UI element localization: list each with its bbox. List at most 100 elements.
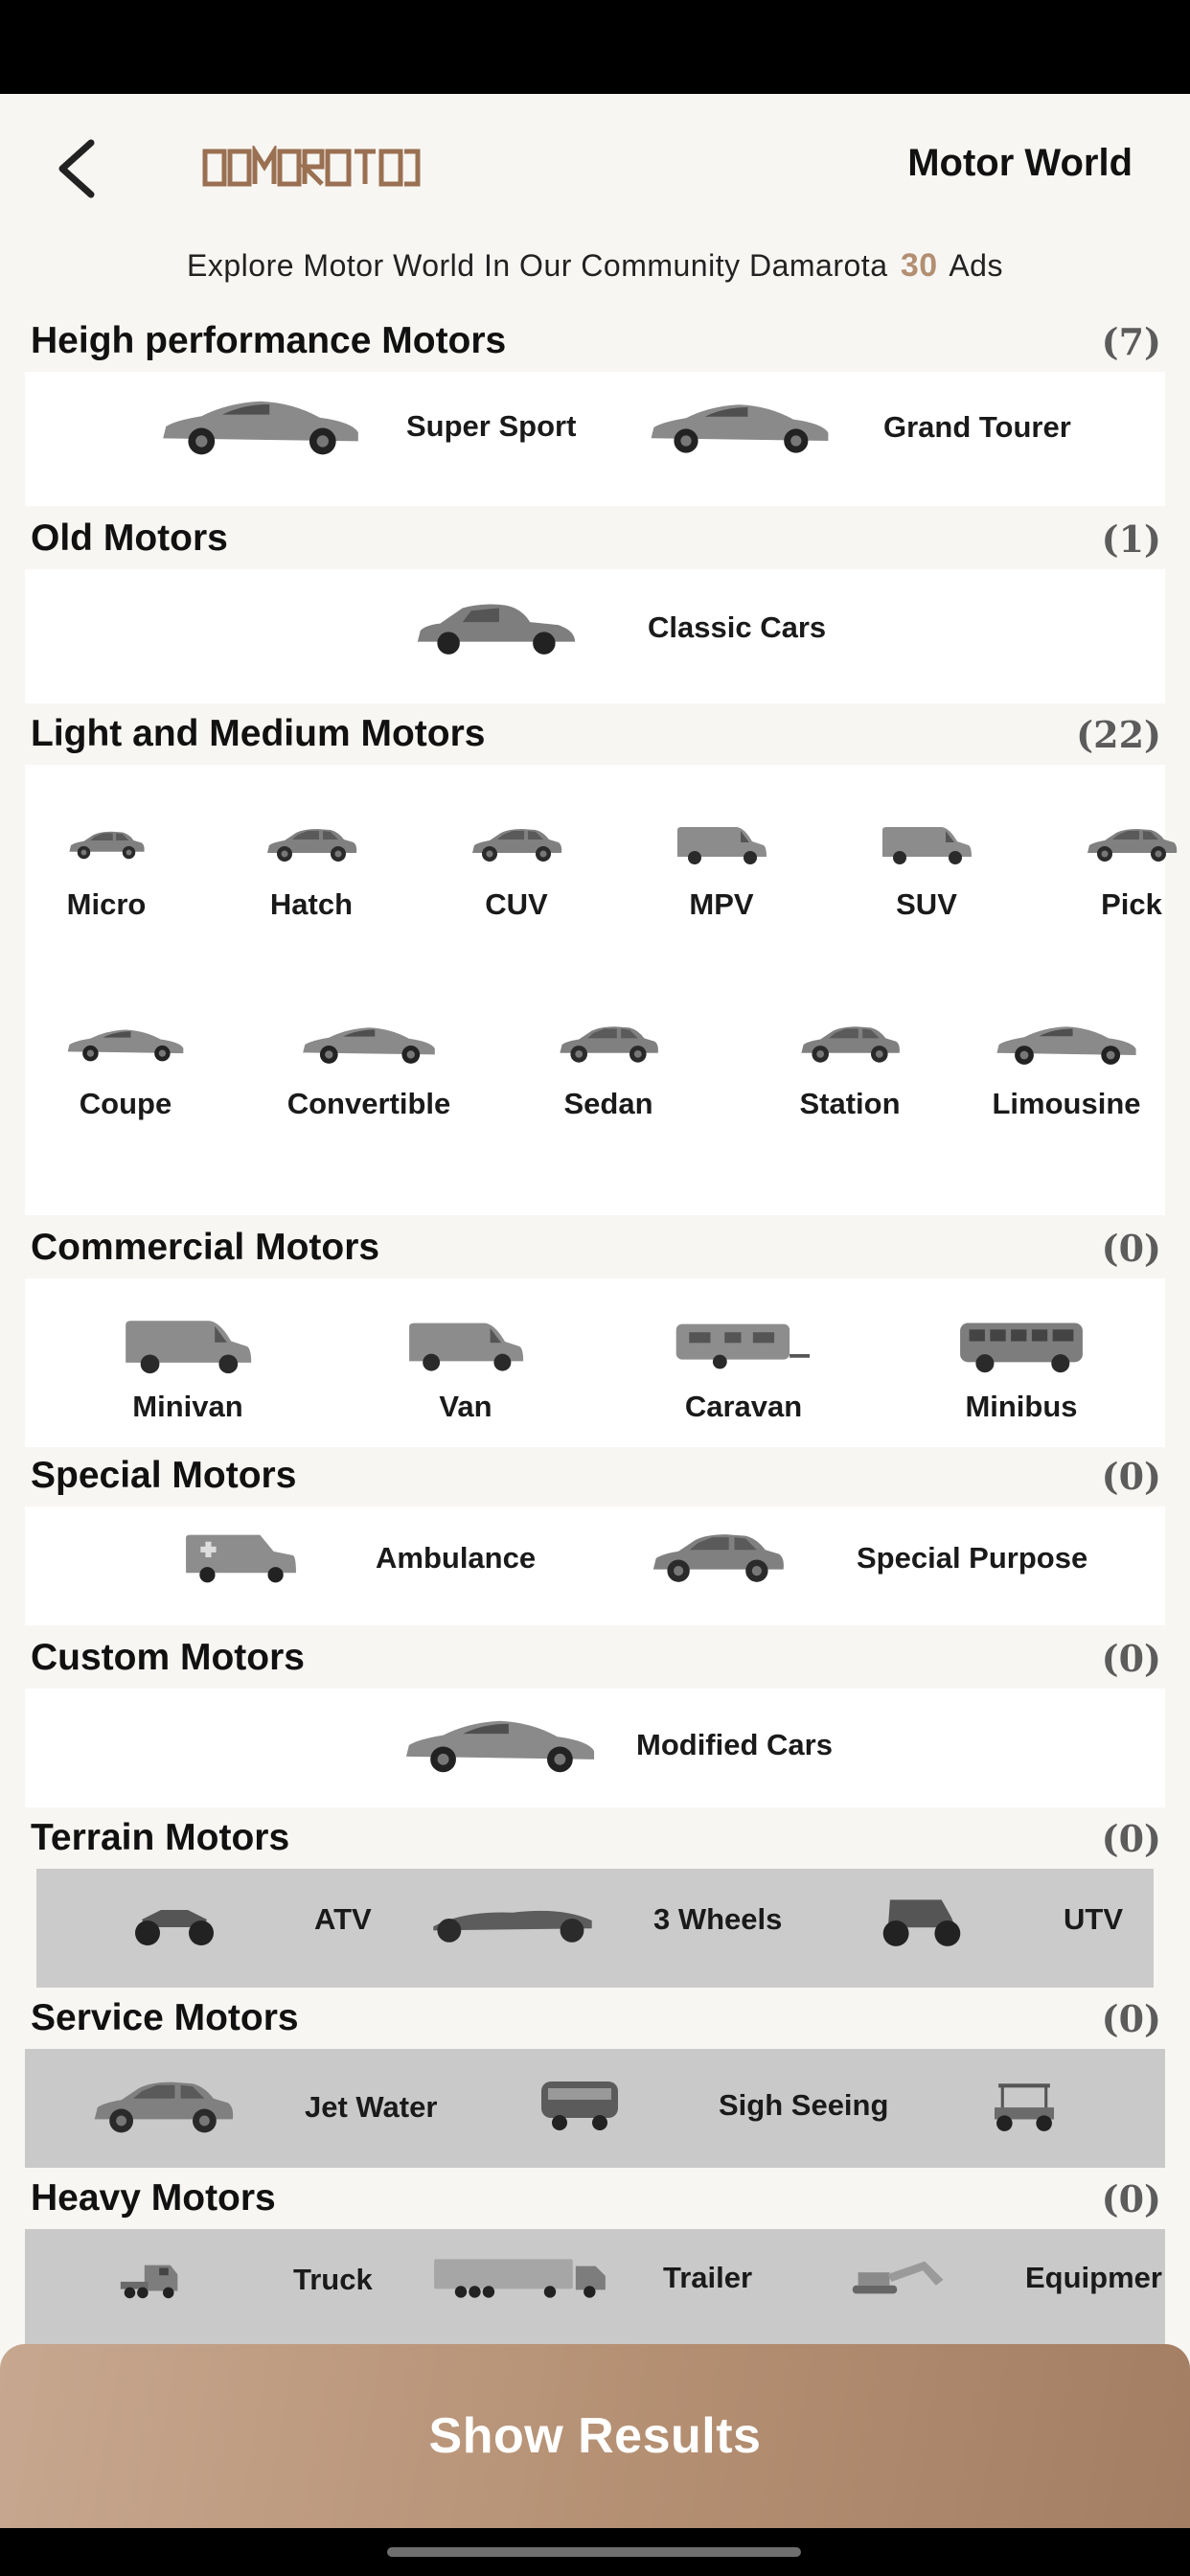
category-atv[interactable]: ATV	[126, 1890, 372, 1949]
category-caravan[interactable]: Caravan	[638, 1317, 849, 1424]
category-special-purpose[interactable]: Special Purpose	[648, 1530, 1087, 1587]
van-icon	[404, 1317, 527, 1376]
category-suv[interactable]: SUV	[855, 824, 998, 922]
section-title: Old Motors	[31, 518, 228, 559]
category-label: Ambulance	[376, 1541, 537, 1575]
atv-icon	[126, 1890, 222, 1949]
special-purpose-car-icon	[648, 1530, 788, 1587]
section-title: Custom Motors	[31, 1637, 305, 1678]
pickup-truck-icon	[1084, 824, 1179, 866]
category-label: Micro	[66, 887, 147, 921]
station-wagon-icon	[789, 1024, 911, 1066]
category-3-wheels[interactable]: 3 Wheels	[423, 1890, 782, 1949]
classic-car-icon	[412, 598, 581, 657]
section-count: (0)	[1101, 1455, 1161, 1498]
category-label: 3 Wheels	[653, 1902, 783, 1936]
category-classic-cars[interactable]: Classic Cars	[412, 598, 826, 657]
category-label: Minibus	[965, 1390, 1078, 1423]
section-count: (0)	[1101, 1227, 1161, 1270]
category-trailer[interactable]: Trailer	[431, 2248, 752, 2308]
three-wheeler-icon	[423, 1890, 602, 1949]
sightseeing-bus-icon	[537, 2076, 623, 2135]
category-grand-tourer[interactable]: Grand Tourer	[646, 399, 1071, 456]
category-label: Coupe	[79, 1087, 172, 1120]
category-label: Limousine	[992, 1087, 1141, 1120]
section-count: (1)	[1101, 518, 1161, 561]
category-label: Classic Cars	[648, 610, 827, 644]
section-commercial-header: Commercial Motors (0)	[31, 1227, 1161, 1275]
minibus-icon	[956, 1317, 1087, 1376]
section-count: (0)	[1101, 2177, 1161, 2220]
section-title: Heavy Motors	[31, 2177, 276, 2219]
excavator-icon	[847, 2248, 958, 2308]
section-service-header: Service Motors (0)	[31, 1997, 1161, 2045]
section-heavy-header: Heavy Motors (0)	[31, 2177, 1161, 2225]
home-indicator[interactable]	[387, 2547, 801, 2557]
category-station[interactable]: Station	[768, 1024, 931, 1121]
golf-cart-icon	[983, 2076, 1065, 2135]
mpv-car-icon	[671, 824, 772, 866]
category-cuv[interactable]: CUV	[445, 824, 588, 922]
category-jet-water[interactable]: Jet Water	[86, 2078, 437, 2137]
category-label: Trailer	[663, 2261, 753, 2294]
suv-car-icon	[875, 824, 978, 866]
category-truck[interactable]: Truck	[117, 2250, 373, 2310]
truck-icon	[117, 2250, 209, 2310]
category-label: Grand Tourer	[883, 410, 1071, 444]
category-van[interactable]: Van	[360, 1317, 571, 1424]
section-title: Light and Medium Motors	[31, 713, 486, 754]
category-label: MPV	[689, 887, 754, 921]
category-pick[interactable]: Pick	[1060, 824, 1190, 922]
sport-car-icon	[157, 397, 364, 456]
modified-car-icon	[400, 1715, 600, 1775]
chevron-left-icon	[58, 139, 95, 198]
section-service-card: Jet Water Sigh Seeing	[25, 2049, 1165, 2168]
section-old-card: Classic Cars	[25, 569, 1165, 703]
category-minivan[interactable]: Minivan	[82, 1317, 293, 1424]
category-minibus[interactable]: Minibus	[916, 1317, 1127, 1424]
section-high-performance-header: Heigh performance Motors (7)	[31, 320, 1161, 368]
category-limousine[interactable]: Limousine	[968, 1024, 1165, 1121]
category-label: Van	[439, 1390, 492, 1423]
category-label: UTV	[1064, 1902, 1123, 1936]
category-label: Minivan	[132, 1390, 243, 1423]
section-title: Service Motors	[31, 1997, 299, 2038]
damarota-logo	[199, 143, 422, 190]
category-sedan[interactable]: Sedan	[527, 1024, 690, 1121]
category-label: Jet Water	[305, 2090, 438, 2124]
back-button[interactable]	[38, 130, 115, 207]
category-ambulance[interactable]: Ambulance	[182, 1530, 536, 1587]
grand-tourer-icon	[646, 399, 834, 456]
show-results-button[interactable]: Show Results	[0, 2344, 1190, 2528]
category-coupe[interactable]: Coupe	[44, 1024, 207, 1121]
category-golf-cart[interactable]	[983, 2076, 1065, 2135]
category-hatch[interactable]: Hatch	[240, 824, 383, 922]
utv-icon	[872, 1890, 972, 1949]
category-modified-cars[interactable]: Modified Cars	[400, 1715, 833, 1775]
category-equipment[interactable]: Equipmer	[847, 2248, 1162, 2308]
category-convertible[interactable]: Convertible	[259, 1024, 479, 1121]
section-commercial-card: Minivan Van Caravan Minibus	[25, 1278, 1165, 1447]
section-count: (0)	[1101, 1817, 1161, 1860]
cuv-car-icon	[469, 824, 564, 866]
section-special-card: Ambulance Special Purpose	[25, 1506, 1165, 1625]
category-label: Sedan	[563, 1087, 653, 1120]
status-bar	[0, 0, 1190, 94]
jet-water-icon	[86, 2078, 240, 2137]
category-label: Truck	[293, 2263, 373, 2296]
category-label: Convertible	[286, 1087, 451, 1120]
category-label: SUV	[896, 887, 957, 921]
category-utv[interactable]: UTV	[872, 1890, 1123, 1949]
category-micro[interactable]: Micro	[34, 824, 178, 922]
section-title: Special Motors	[31, 1455, 297, 1496]
limousine-icon	[971, 1024, 1162, 1066]
category-sigh-seeing[interactable]: Sigh Seeing	[537, 2076, 888, 2135]
minivan-icon	[115, 1317, 261, 1376]
section-title: Commercial Motors	[31, 1227, 380, 1268]
category-super-sport[interactable]: Super Sport	[157, 397, 576, 456]
trailer-icon	[431, 2248, 609, 2308]
section-light-medium-header: Light and Medium Motors (22)	[31, 713, 1161, 761]
category-label: Modified Cars	[636, 1728, 833, 1761]
category-mpv[interactable]: MPV	[650, 824, 793, 922]
explore-summary: Explore Motor World In Our Community Dam…	[0, 247, 1190, 285]
